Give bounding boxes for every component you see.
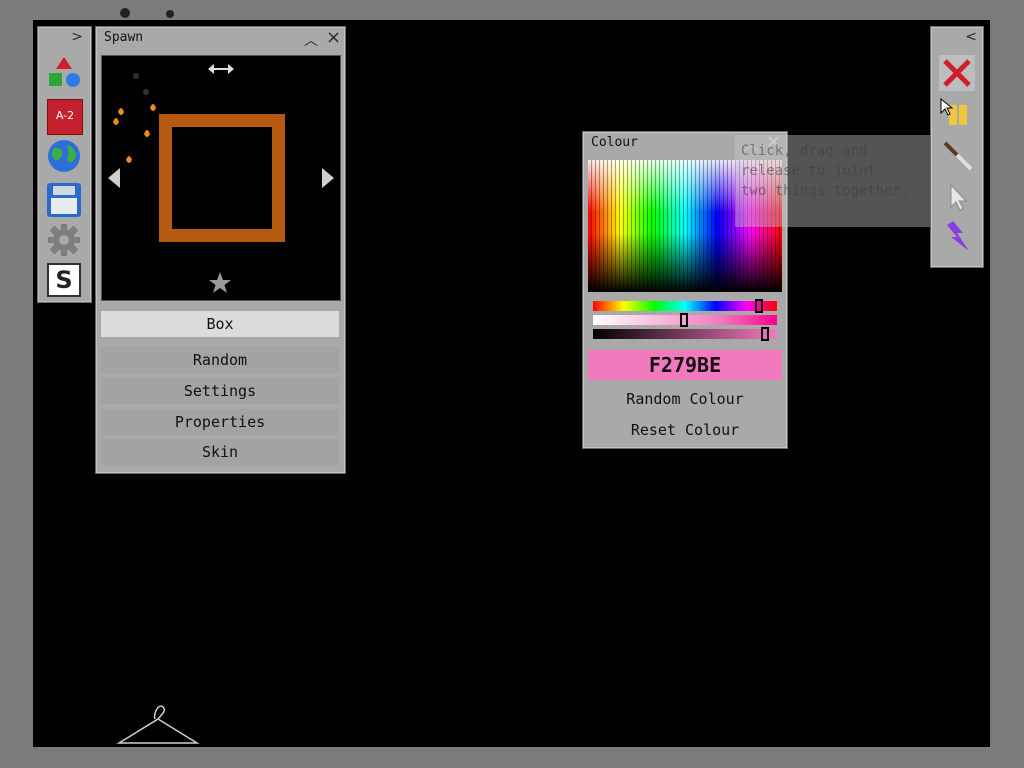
star-icon[interactable]	[209, 272, 231, 294]
pointer-icon[interactable]	[939, 179, 975, 215]
knife-icon[interactable]	[939, 137, 975, 173]
gear-icon[interactable]	[47, 223, 81, 257]
next-arrow-icon[interactable]	[320, 168, 334, 188]
left-toolbar: > A-2 S	[37, 26, 92, 303]
scroll-dot	[166, 10, 174, 18]
saturation-slider[interactable]	[593, 313, 777, 327]
lightning-icon[interactable]	[939, 219, 975, 255]
spawn-preview[interactable]	[101, 55, 341, 301]
hex-colour-value[interactable]: F279BE	[588, 350, 782, 380]
right-toolbar: <	[930, 26, 984, 268]
minimize-chevron-icon[interactable]: ︿	[304, 30, 318, 50]
random-colour-button[interactable]: Random Colour	[588, 386, 782, 412]
joint-icon[interactable]	[939, 97, 975, 133]
spawn-title: Spawn	[104, 30, 144, 45]
saturation-slider-thumb[interactable]	[680, 313, 688, 327]
value-slider-thumb[interactable]	[761, 327, 769, 341]
delete-x-icon[interactable]	[939, 55, 975, 91]
expand-chevron-icon[interactable]: >	[71, 29, 83, 45]
s-logo-icon[interactable]: S	[47, 263, 81, 297]
tooltip: Click, drag and release to joint two thi…	[735, 135, 931, 227]
collapse-chevron-icon[interactable]: <	[965, 29, 977, 45]
spawn-item-box[interactable]: Box	[101, 311, 339, 337]
spawn-item-skin[interactable]: Skin	[101, 439, 339, 465]
colour-title: Colour	[591, 135, 638, 150]
spawn-window: Spawn ︿ × Box Random Settings Properties…	[95, 26, 346, 474]
spawn-item-random[interactable]: Random	[101, 347, 339, 373]
spawn-item-settings[interactable]: Settings	[101, 378, 339, 404]
resize-horizontal-icon[interactable]	[208, 62, 234, 76]
scroll-dot	[120, 8, 130, 18]
fire-particles	[113, 73, 156, 163]
value-slider[interactable]	[593, 327, 777, 341]
text-a2-label: A-2	[55, 109, 75, 122]
hanger-icon	[116, 705, 200, 744]
hue-slider-thumb[interactable]	[755, 299, 763, 313]
box-preview	[159, 114, 285, 242]
text-a2-icon[interactable]: A-2	[47, 99, 83, 135]
spawn-item-properties[interactable]: Properties	[101, 409, 339, 435]
hue-slider[interactable]	[593, 299, 777, 313]
globe-icon[interactable]	[47, 139, 81, 173]
close-icon[interactable]: ×	[326, 27, 341, 48]
save-disk-icon[interactable]	[47, 183, 81, 217]
s-logo-label: S	[55, 266, 73, 294]
prev-arrow-icon[interactable]	[108, 168, 122, 188]
shapes-icon[interactable]	[47, 55, 81, 89]
reset-colour-button[interactable]: Reset Colour	[588, 417, 782, 443]
